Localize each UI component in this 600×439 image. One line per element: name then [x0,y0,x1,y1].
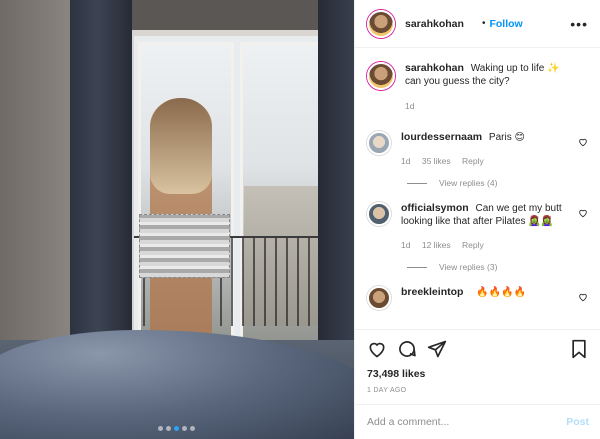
view-replies-label[interactable]: View replies (4) [439,178,497,188]
action-icons [367,338,589,360]
instagram-post: sarahkohan • Follow ••• sarahkohan Wakin… [0,0,600,439]
comment-username[interactable]: breekleintop [401,286,463,298]
like-count[interactable]: 73,498 likes [367,368,589,380]
view-replies[interactable]: View replies (4) [407,178,588,188]
post-timestamp: 1 DAY AGO [367,387,407,394]
carousel-dot-active [174,426,179,431]
comment-username[interactable]: lourdessernaam [401,131,482,143]
comment-icon[interactable] [397,339,417,359]
comment: breekleintop 🔥🔥🔥🔥 [367,286,588,310]
caption-age: 1d [405,101,415,111]
comment-likes[interactable]: 12 likes [422,240,451,250]
carousel-dot [190,426,195,431]
heart-icon[interactable] [578,208,588,218]
comment: lourdessernaam Paris 😊 1d 35 likes Reply [367,131,588,168]
comments-list[interactable]: sarahkohan Waking up to life ✨ can you g… [355,48,600,329]
carousel-dot [182,426,187,431]
carousel-dot [166,426,171,431]
add-comment-bar: Post [355,404,600,439]
photo-curtain-right [318,0,354,360]
caption-username[interactable]: sarahkohan [405,62,464,74]
follow-button[interactable]: Follow [489,18,522,30]
reply-button[interactable]: Reply [462,156,484,166]
heart-icon[interactable] [367,339,387,359]
heart-icon[interactable] [578,292,588,302]
post-actions: 73,498 likes 1 DAY AGO [355,329,600,394]
reply-button[interactable]: Reply [462,240,484,250]
censor-blur [139,214,230,278]
commenter-avatar[interactable] [367,131,391,155]
comment-text: Paris 😊 [488,132,525,143]
commenter-avatar[interactable] [367,286,391,310]
comment-likes[interactable]: 35 likes [422,156,451,166]
bookmark-icon[interactable] [569,339,589,359]
view-replies[interactable]: View replies (3) [407,262,588,272]
share-icon[interactable] [427,339,447,359]
comment-text: 🔥🔥🔥🔥 [476,287,527,298]
comment: officialsymon Can we get my butt looking… [367,202,588,252]
comment-input[interactable] [367,416,567,428]
comment-age: 1d [401,240,411,250]
author-avatar[interactable] [367,62,395,90]
heart-icon[interactable] [578,137,588,147]
post-side-panel: sarahkohan • Follow ••• sarahkohan Wakin… [354,0,600,439]
post-comment-button[interactable]: Post [566,416,589,428]
more-options-icon[interactable]: ••• [570,16,588,32]
carousel-dots [158,426,195,431]
photo-curtain-left [70,0,132,360]
post-header: sarahkohan • Follow ••• [355,0,600,48]
author-avatar[interactable] [367,9,395,38]
post-photo[interactable] [0,0,354,439]
view-replies-label[interactable]: View replies (3) [439,262,497,272]
commenter-avatar[interactable] [367,202,391,226]
caption: sarahkohan Waking up to life ✨ can you g… [367,62,588,113]
comment-username[interactable]: officialsymon [401,202,469,214]
author-username[interactable]: sarahkohan [405,18,464,30]
comment-age: 1d [401,156,411,166]
carousel-dot [158,426,163,431]
header-separator: • [481,18,486,29]
